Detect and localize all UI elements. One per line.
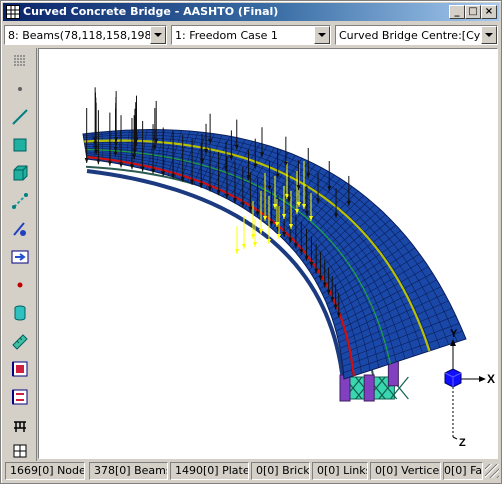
status-beams: 378[0] Beams — [89, 462, 168, 480]
end-diaphragm — [363, 374, 375, 402]
close-button[interactable]: × — [481, 5, 497, 19]
x-axis-label: X — [487, 372, 495, 386]
node-icon[interactable] — [8, 77, 32, 99]
group-select[interactable]: 8: Beams(78,118,158,198,23 — [4, 25, 167, 45]
load-arrow-yellow-head — [235, 249, 239, 254]
chevron-down-icon[interactable] — [150, 26, 166, 44]
load-arrow-head — [96, 159, 101, 165]
selector-bar: 8: Beams(78,118,158,198,23 1: Freedom Ca… — [4, 25, 498, 45]
minimize-button[interactable]: _ — [449, 5, 465, 19]
coordinate-system-value: Curved Bridge Centre:[Cylind — [339, 29, 498, 42]
plate-icon[interactable] — [8, 134, 32, 156]
tool-palette — [4, 48, 37, 461]
load-arrow-head — [107, 160, 112, 166]
group-select-value: 8: Beams(78,118,158,198,23 — [8, 29, 167, 42]
status-plates: 1490[0] Plates — [170, 462, 249, 480]
tape-icon[interactable] — [8, 330, 32, 352]
resize-grip-icon[interactable] — [485, 464, 499, 478]
z-axis-label: Z — [459, 437, 466, 449]
model-viewport[interactable]: Y X Z — [38, 48, 498, 459]
freedom-case-value: 1: Freedom Case 1 — [175, 29, 278, 42]
status-links: 0[0] Links — [312, 462, 368, 480]
bridge-model[interactable]: Y X Z — [39, 49, 497, 458]
axis-triad: Y X Z — [444, 328, 495, 449]
vertex-icon[interactable] — [8, 218, 32, 240]
load-arrow-yellow-head — [251, 234, 255, 239]
window-grid-icon — [6, 5, 20, 19]
load-arrow-yellow-head — [242, 244, 246, 249]
load-arrow-yellow-head — [253, 242, 257, 247]
table-icon[interactable] — [8, 440, 32, 462]
chevron-down-icon[interactable] — [481, 26, 497, 44]
chevron-down-icon[interactable] — [314, 26, 330, 44]
coordinate-system-select[interactable]: Curved Bridge Centre:[Cylind — [335, 25, 498, 45]
status-bar: 1669[0] Nodes 378[0] Beams 1490[0] Plate… — [3, 461, 499, 481]
window-title: Curved Concrete Bridge - AASHTO (Final) — [23, 5, 279, 18]
beam-result-icon[interactable] — [8, 386, 32, 408]
load-arrow-head — [84, 158, 89, 163]
status-bricks: 0[0] Bricks — [251, 462, 310, 480]
beam-icon[interactable] — [8, 106, 32, 128]
point-icon[interactable] — [8, 274, 32, 296]
freedom-case-select[interactable]: 1: Freedom Case 1 — [171, 25, 331, 45]
status-faces: 0[0] Faces — [443, 462, 483, 480]
brick-icon[interactable] — [8, 162, 32, 184]
load-path-icon[interactable] — [8, 246, 32, 268]
status-nodes: 1669[0] Nodes — [5, 462, 85, 480]
cylinder-icon[interactable] — [8, 302, 32, 324]
attribute-icon[interactable] — [8, 414, 32, 436]
grid-dots-icon[interactable] — [8, 50, 32, 72]
title-bar[interactable]: Curved Concrete Bridge - AASHTO (Final) … — [3, 3, 499, 21]
main-window: Curved Concrete Bridge - AASHTO (Final) … — [0, 0, 502, 484]
maximize-button[interactable]: □ — [465, 5, 481, 19]
link-icon[interactable] — [8, 190, 32, 212]
report-icon[interactable] — [8, 358, 32, 380]
y-axis-label: Y — [450, 328, 458, 340]
status-vertices: 0[0] Vertices — [370, 462, 441, 480]
